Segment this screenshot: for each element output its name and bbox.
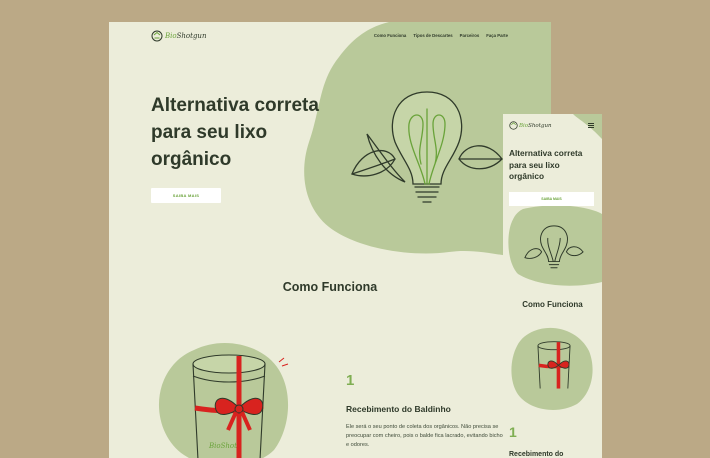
brand-name: BioShotgun <box>165 32 207 40</box>
desktop-mockup: BioShot BioShotgun Como Funciona Tipos d… <box>109 22 551 458</box>
lightbulb-leaves-illustration <box>351 91 503 203</box>
mobile-brand-logo[interactable]: BioShotgun <box>509 121 552 130</box>
nav-link-como-funciona[interactable]: Como Funciona <box>374 33 406 38</box>
bucket-gift-illustration: BioShot <box>192 354 289 458</box>
mobile-recycle-logo-icon <box>509 121 518 130</box>
step-description: Ele será o seu ponto de coleta dos orgân… <box>346 424 506 448</box>
hero-title: Alternativa correta para seu lixo orgâni… <box>151 95 319 170</box>
step-title: Recebimento do Baldinho <box>346 404 451 414</box>
mobile-como-funciona-title: Como Funciona <box>522 300 583 309</box>
brand-logo[interactable]: BioShotgun <box>151 30 206 42</box>
nav-link-parceiros[interactable]: Parceiros <box>460 33 480 38</box>
mobile-bucket-illustration <box>537 341 571 389</box>
como-funciona-title: Como Funciona <box>282 280 378 294</box>
mobile-hero-title: Alternativa correta para seu lixo orgâni… <box>509 148 583 181</box>
mobile-brand-name: BioShotgun <box>519 122 552 129</box>
hamburger-menu-icon[interactable] <box>588 123 594 128</box>
mobile-step-number: 1 <box>509 424 517 440</box>
nav-link-faca-parte[interactable]: Faça Parte <box>486 33 508 38</box>
mobile-lightbulb-illustration <box>524 225 584 269</box>
mobile-step-title: Recebimento do <box>509 451 564 458</box>
mobile-saiba-mais-button[interactable]: SAIBA MAIS <box>509 192 594 206</box>
recycle-logo-icon <box>151 30 163 42</box>
mobile-mockup: BioShotgun Alternativa correta para seu … <box>503 114 602 458</box>
nav-link-tipos-descartes[interactable]: Tipos de Descartes <box>413 33 452 38</box>
step-number: 1 <box>346 372 355 389</box>
nav-links: Como Funciona Tipos de Descartes Parceir… <box>374 33 508 38</box>
bucket-label: BioShot <box>208 442 237 450</box>
saiba-mais-button[interactable]: SAIBA MAIS <box>151 188 221 203</box>
top-nav: BioShotgun Como Funciona Tipos de Descar… <box>109 22 551 52</box>
